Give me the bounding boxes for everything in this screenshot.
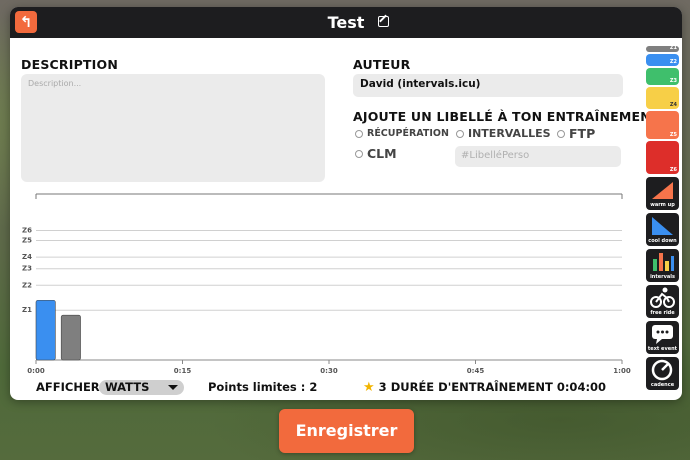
x-tick-label: 0:15 xyxy=(174,367,192,375)
zone-label: Z1 xyxy=(22,306,32,314)
workout-chart[interactable]: Z1 Z2 Z3 Z4 Z5Z6 0:00 0:15 0:30 0:45 1:00 xyxy=(10,7,682,400)
display-label: AFFICHER xyxy=(36,380,100,394)
x-tick-label: 0:30 xyxy=(320,367,338,375)
workout-block xyxy=(35,299,56,361)
limit-points-text: Points limites : 2 xyxy=(208,380,318,394)
duration-info: ★ 3 DURÉE D'ENTRAÎNEMENT 0:04:00 xyxy=(363,380,606,395)
workout-block xyxy=(60,314,81,361)
x-tick-label: 0:00 xyxy=(27,367,45,375)
x-tick-label: 0:45 xyxy=(467,367,485,375)
display-unit-select[interactable]: WATTS xyxy=(99,380,184,395)
zone-label: Z2 xyxy=(22,281,32,289)
star-count: 3 xyxy=(378,380,387,394)
chevron-down-icon xyxy=(168,385,178,390)
x-tick-label: 1:00 xyxy=(613,367,631,375)
zone-label: Z6 xyxy=(22,227,32,235)
star-icon: ★ xyxy=(363,380,375,395)
zone-label: Z5 xyxy=(22,236,32,244)
workout-editor-window: ↰ Test DESCRIPTION Description... AUTEUR… xyxy=(10,7,682,400)
save-button[interactable]: Enregistrer xyxy=(279,409,414,453)
zone-label: Z3 xyxy=(22,265,32,273)
duration-text: DURÉE D'ENTRAÎNEMENT 0:04:00 xyxy=(390,380,607,394)
zone-label: Z4 xyxy=(22,253,32,261)
